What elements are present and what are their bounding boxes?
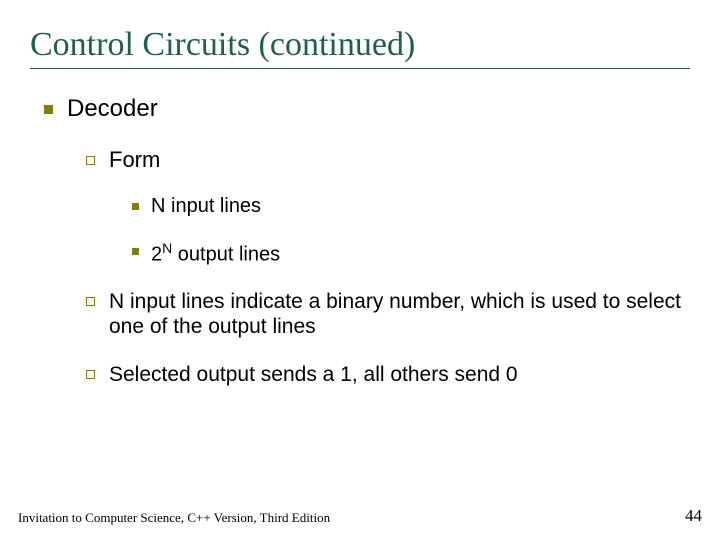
bullet-text: N input lines indicate a binary number, … <box>109 289 690 340</box>
bullet-level1-decoder: Decoder <box>44 95 690 123</box>
text-fragment: output lines <box>172 244 280 266</box>
superscript: N <box>162 240 172 256</box>
bullet-text: Form <box>109 147 160 173</box>
footer-citation: Invitation to Computer Science, C++ Vers… <box>18 510 330 526</box>
square-outline-bullet-icon <box>86 156 95 165</box>
square-outline-bullet-icon <box>86 297 95 306</box>
page-number: 44 <box>685 506 702 526</box>
slide: Control Circuits (continued) Decoder For… <box>0 0 720 540</box>
square-bullet-icon <box>44 105 53 114</box>
bullet-text: Selected output sends a 1, all others se… <box>109 362 518 388</box>
bullet-level2-indicate: N input lines indicate a binary number, … <box>86 289 690 340</box>
bullet-text: Decoder <box>67 95 158 123</box>
slide-title: Control Circuits (continued) <box>30 26 690 64</box>
bullet-level3-output: 2N output lines <box>132 240 690 267</box>
square-small-bullet-icon <box>132 203 139 210</box>
bullet-level2-form: Form <box>86 147 690 173</box>
text-fragment: 2 <box>151 244 162 266</box>
bullet-text: 2N output lines <box>151 240 280 267</box>
bullet-level2-selected: Selected output sends a 1, all others se… <box>86 362 690 388</box>
bullet-text: N input lines <box>151 195 261 218</box>
title-divider <box>30 68 690 69</box>
bullet-level3-ninput: N input lines <box>132 195 690 218</box>
square-small-bullet-icon <box>132 248 139 255</box>
square-outline-bullet-icon <box>86 370 95 379</box>
